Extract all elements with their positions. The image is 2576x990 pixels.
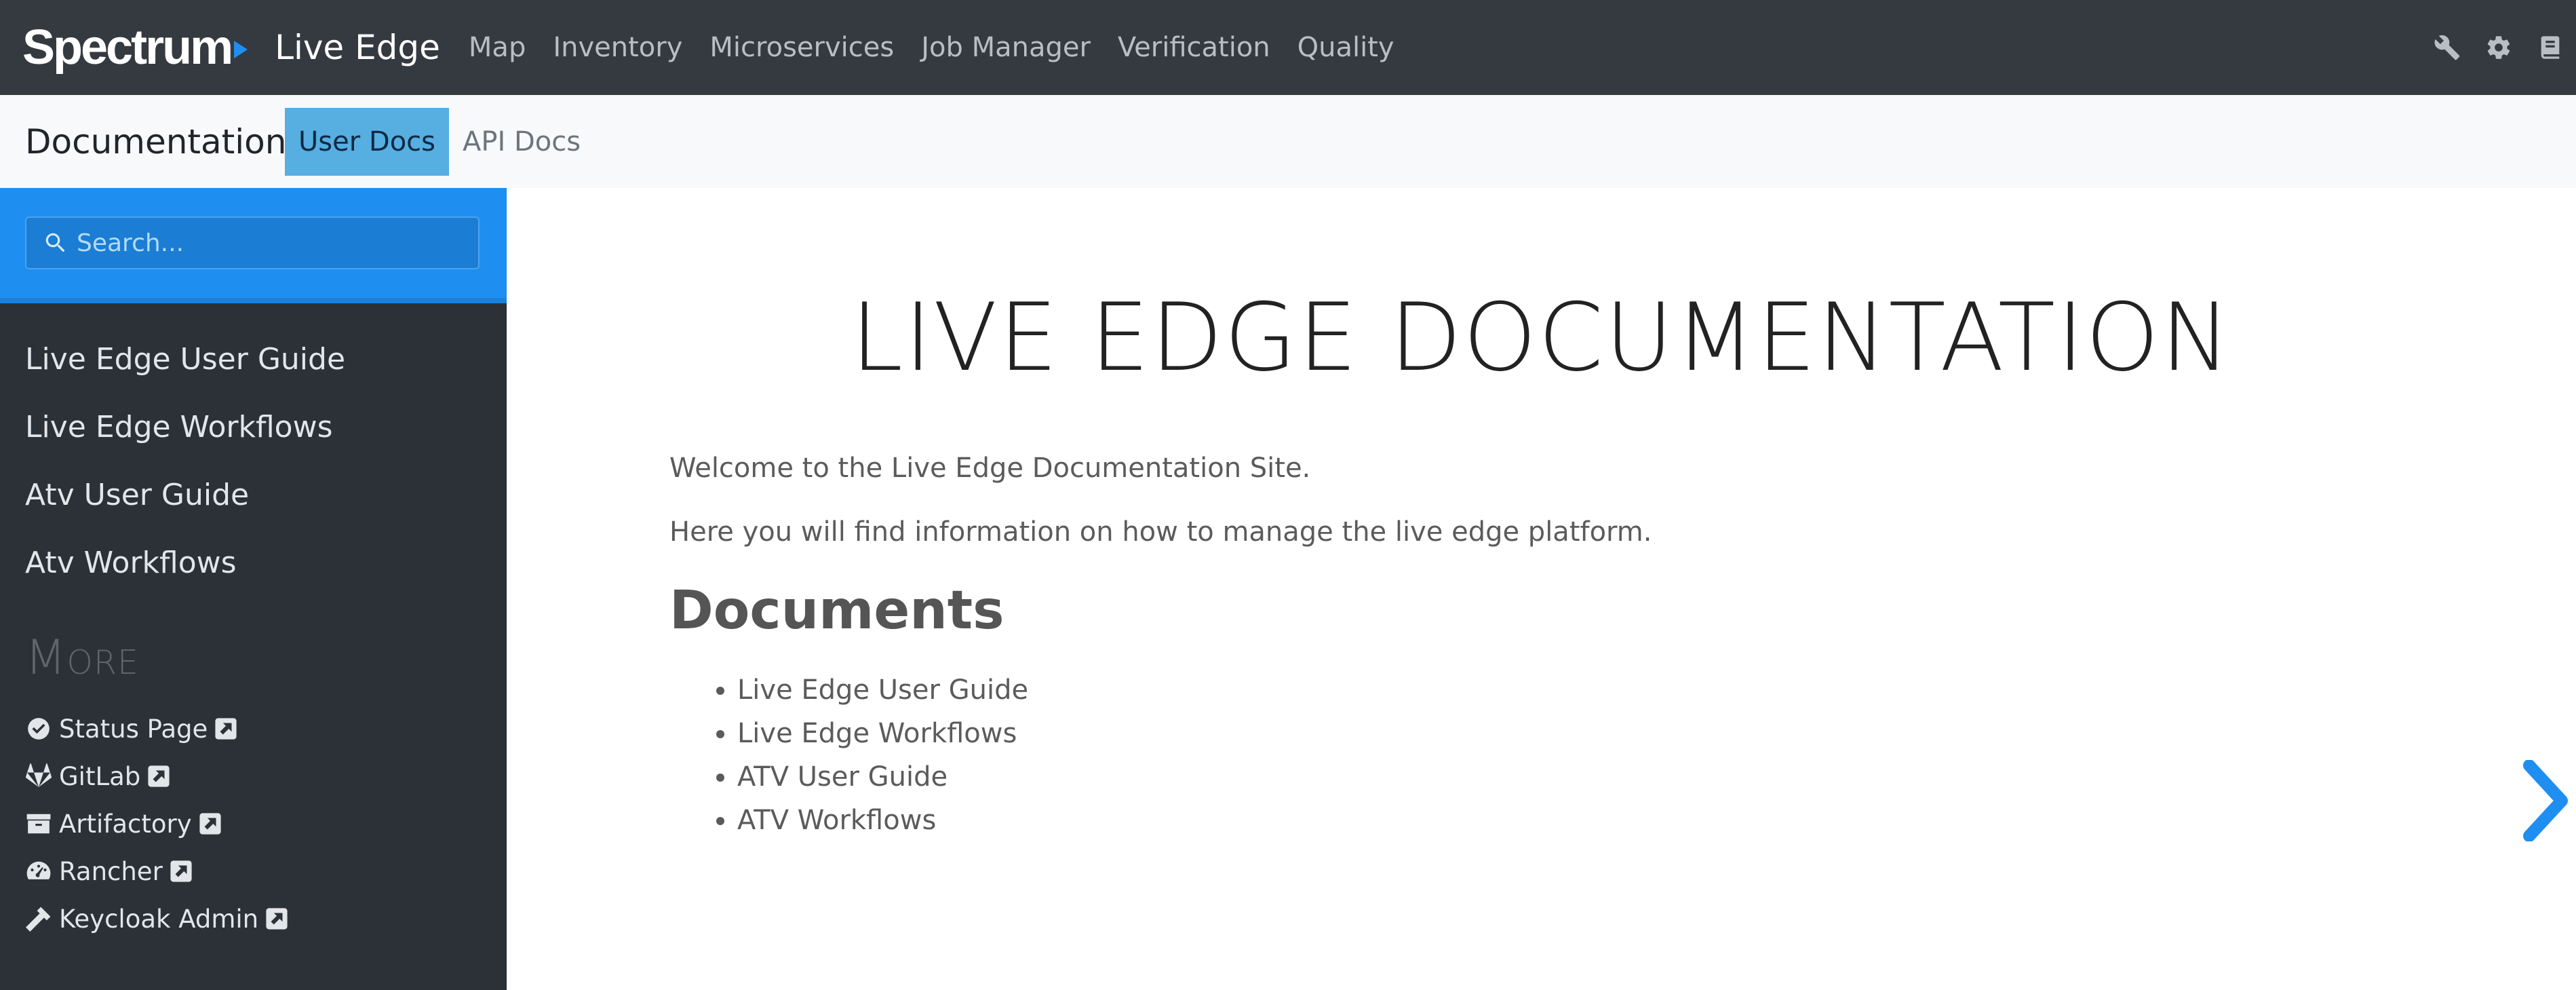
- external-link-label: Keycloak Admin: [59, 904, 259, 934]
- external-link-icon: [199, 812, 222, 835]
- nav-inventory[interactable]: Inventory: [539, 32, 696, 63]
- gauge-icon: [25, 858, 52, 885]
- nav-map[interactable]: Map: [455, 32, 539, 63]
- top-navbar: Spectrum Live Edge Map Inventory Microse…: [0, 0, 2576, 95]
- navbar-tools: [2421, 0, 2576, 95]
- list-item: ATV Workflows: [737, 799, 1652, 842]
- doc-link-live-edge-user-guide[interactable]: Live Edge User Guide: [737, 674, 1028, 706]
- archive-icon: [25, 810, 52, 837]
- brand[interactable]: Spectrum Live Edge: [22, 0, 440, 95]
- sidebar: Live Edge User Guide Live Edge Workflows…: [0, 188, 507, 990]
- content-body: Welcome to the Live Edge Documentation S…: [669, 453, 1652, 842]
- list-item: Live Edge Workflows: [737, 712, 1652, 755]
- nav-verification[interactable]: Verification: [1104, 32, 1284, 63]
- section-title: Documentation: [25, 121, 287, 161]
- main-content: LIVE EDGE DOCUMENTATION Welcome to the L…: [507, 188, 2576, 990]
- sidebar-item-atv-workflows[interactable]: Atv Workflows: [0, 529, 507, 596]
- external-link-keycloak-admin[interactable]: Keycloak Admin: [0, 895, 507, 943]
- external-link-label: Status Page: [59, 714, 208, 744]
- sidebar-item-atv-user-guide[interactable]: Atv User Guide: [0, 461, 507, 529]
- nav-job-manager[interactable]: Job Manager: [908, 32, 1104, 63]
- nav-microservices[interactable]: Microservices: [696, 32, 908, 63]
- doc-link-live-edge-workflows[interactable]: Live Edge Workflows: [737, 718, 1017, 749]
- external-link-icon: [265, 907, 288, 930]
- search-icon: [45, 233, 65, 252]
- external-link-gitlab[interactable]: GitLab: [0, 753, 507, 800]
- more-heading: More: [25, 630, 139, 685]
- app-name[interactable]: Live Edge: [275, 28, 440, 67]
- main-nav: Map Inventory Microservices Job Manager …: [455, 32, 1408, 63]
- check-circle-icon: [25, 715, 52, 742]
- external-link-artifactory[interactable]: Artifactory: [0, 800, 507, 848]
- external-link-label: Rancher: [59, 856, 163, 886]
- chevron-right-icon: [2523, 760, 2568, 841]
- tab-user-docs[interactable]: User Docs: [285, 107, 449, 176]
- list-item: ATV User Guide: [737, 755, 1652, 799]
- welcome-text: Welcome to the Live Edge Documentation S…: [669, 453, 1311, 484]
- gear-icon[interactable]: [2473, 22, 2524, 73]
- external-link-label: Artifactory: [59, 809, 192, 839]
- external-link-rancher[interactable]: Rancher: [0, 848, 507, 895]
- search-box[interactable]: [25, 216, 480, 269]
- doc-link-atv-user-guide[interactable]: ATV User Guide: [737, 761, 948, 793]
- spectrum-logo: Spectrum: [22, 20, 233, 75]
- next-page-button[interactable]: [2515, 757, 2576, 845]
- external-link-status-page[interactable]: Status Page: [0, 705, 507, 753]
- external-link-label: GitLab: [59, 761, 141, 791]
- hammer-icon: [25, 905, 52, 932]
- search-panel: [0, 188, 507, 303]
- logo-arrow-icon: [234, 41, 248, 58]
- tab-api-docs[interactable]: API Docs: [449, 108, 594, 176]
- search-input[interactable]: [77, 229, 470, 257]
- gitlab-icon: [25, 763, 52, 790]
- external-link-icon: [214, 717, 237, 740]
- documents-heading: Documents: [669, 580, 1004, 641]
- external-link-icon: [170, 860, 193, 883]
- page-title: LIVE EDGE DOCUMENTATION: [851, 283, 2232, 392]
- list-item: Live Edge User Guide: [737, 668, 1652, 712]
- nav-quality[interactable]: Quality: [1284, 32, 1408, 63]
- intro-text: Here you will find information on how to…: [669, 516, 1652, 548]
- sidebar-item-live-edge-workflows[interactable]: Live Edge Workflows: [0, 393, 507, 461]
- doc-link-atv-workflows[interactable]: ATV Workflows: [737, 805, 936, 836]
- wrench-icon[interactable]: [2421, 22, 2473, 73]
- documents-list: Live Edge User Guide Live Edge Workflows…: [669, 668, 1652, 842]
- external-links: Status Page GitLab Artifactory Rancher K…: [0, 705, 507, 943]
- sub-navbar: Documentation User Docs API Docs: [0, 95, 2576, 188]
- book-icon[interactable]: [2524, 22, 2576, 73]
- sidebar-item-live-edge-user-guide[interactable]: Live Edge User Guide: [0, 325, 507, 393]
- sidebar-nav: Live Edge User Guide Live Edge Workflows…: [0, 303, 507, 596]
- external-link-icon: [147, 765, 170, 788]
